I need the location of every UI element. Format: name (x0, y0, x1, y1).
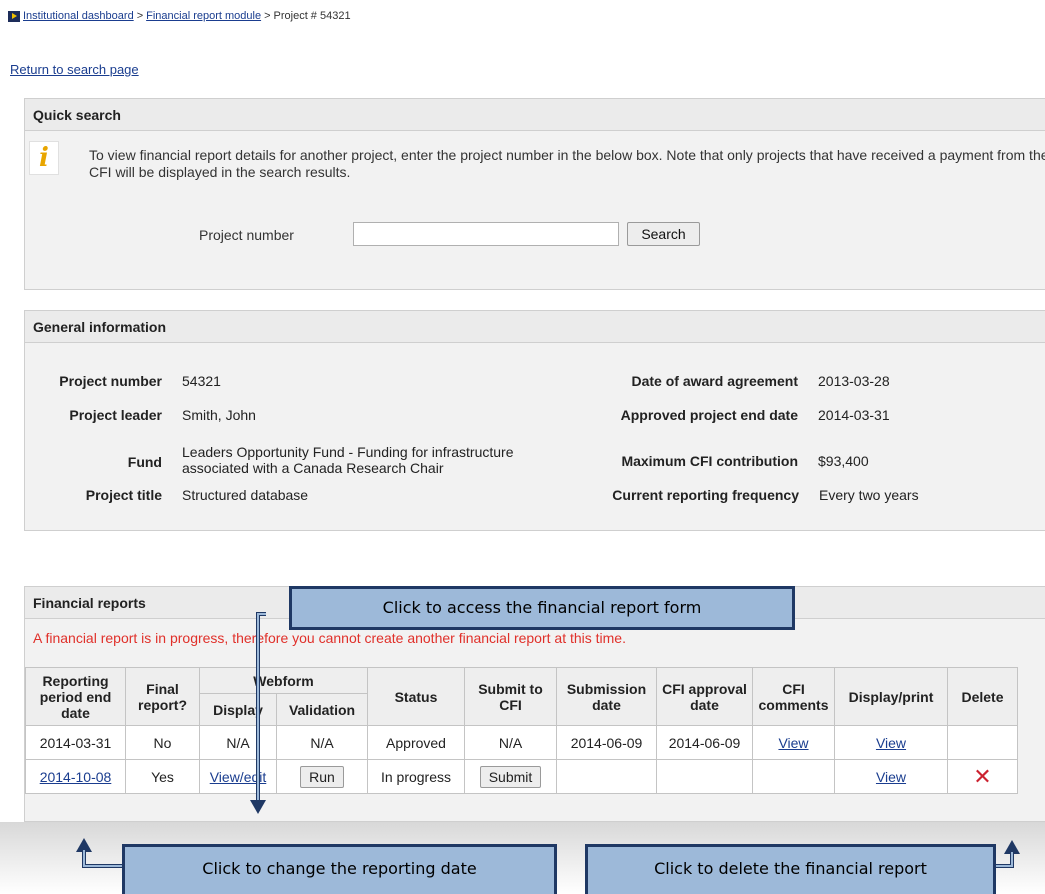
cell-display: N/A (199, 725, 277, 760)
run-button[interactable]: Run (300, 765, 344, 788)
table-row: 2014-10-08 Yes View/edit Run In progress… (25, 759, 1018, 794)
quick-search-panel: Quick search i To view financial report … (24, 98, 1045, 290)
quick-search-title: Quick search (25, 99, 1045, 131)
cell-period: 2014-03-31 (25, 725, 126, 760)
cell-status: In progress (367, 759, 465, 794)
award-date-value: 2013-03-28 (818, 373, 890, 389)
end-date-label: Approved project end date (620, 407, 798, 423)
callout-financial-report-form: Click to access the financial report for… (289, 586, 795, 630)
cell-status: Approved (367, 725, 465, 760)
cell-approval-date: 2014-06-09 (656, 725, 753, 760)
header-webform: Webform (199, 667, 368, 694)
return-to-search-link[interactable]: Return to search page (10, 62, 139, 77)
project-number-input[interactable] (353, 222, 619, 246)
display-print-view-link[interactable]: View (876, 769, 906, 785)
project-title-label: Project title (85, 487, 162, 503)
general-information-title: General information (25, 311, 1045, 343)
cell-validation: N/A (276, 725, 368, 760)
header-validation: Validation (276, 693, 368, 726)
header-approval-date: CFI approval date (656, 667, 753, 726)
breadcrumb-arrow-icon (8, 10, 20, 22)
cell-final: No (125, 725, 200, 760)
end-date-value: 2014-03-31 (818, 407, 890, 423)
project-number-label: Project number (199, 227, 294, 243)
header-display: Display (199, 693, 277, 726)
cell-approval-date (656, 759, 753, 794)
general-information-panel: General information Project number 54321… (24, 310, 1045, 476)
cell-comments: View (752, 725, 835, 760)
financial-report-warning: A financial report is in progress, there… (33, 630, 626, 646)
cell-submit: N/A (464, 725, 557, 760)
breadcrumb: Institutional dashboard > Financial repo… (8, 10, 351, 22)
reporting-date-link[interactable]: 2014-10-08 (40, 769, 112, 785)
display-print-view-link[interactable]: View (876, 735, 906, 751)
delete-icon[interactable]: ✕ (973, 764, 991, 789)
header-reporting-period: Reporting period end date (25, 667, 126, 726)
cell-period: 2014-10-08 (25, 759, 126, 794)
header-submission-date: Submission date (556, 667, 657, 726)
callout-delete-report: Click to delete the financial report (585, 844, 996, 894)
submit-button[interactable]: Submit (479, 765, 542, 788)
cell-submit: Submit (464, 759, 557, 794)
breadcrumb-separator: > (136, 10, 144, 22)
project-number-value: 54321 (182, 373, 221, 389)
project-title-value: Structured database (182, 487, 309, 503)
header-submit-to-cfi: Submit to CFI (464, 667, 557, 726)
breadcrumb-financial-report-module[interactable]: Financial report module (146, 10, 261, 22)
callout-reporting-date: Click to change the reporting date (122, 844, 557, 894)
breadcrumb-separator: > (264, 10, 271, 22)
financial-reports-table: Reporting period end date Final report? … (25, 667, 1018, 794)
search-button[interactable]: Search (627, 222, 700, 246)
view-edit-link[interactable]: View/edit (210, 769, 267, 785)
cell-submission-date: 2014-06-09 (556, 725, 657, 760)
table-row: 2014-03-31 No N/A N/A Approved N/A 2014-… (25, 725, 1018, 760)
project-leader-label: Project leader (69, 407, 162, 423)
header-display-print: Display/print (834, 667, 948, 726)
reporting-frequency-label: Current reporting frequency (612, 487, 799, 503)
cell-submission-date (556, 759, 657, 794)
cell-delete (947, 725, 1018, 760)
quick-search-info-text: To view financial report details for ano… (89, 147, 1045, 180)
general-information-panel-lower: Project title Structured database Curren… (24, 473, 1045, 531)
project-number-label: Project number (59, 373, 162, 389)
cell-comments (752, 759, 835, 794)
breadcrumb-current: Project # 54321 (273, 10, 351, 22)
cell-delete: ✕ (947, 759, 1018, 794)
cell-display-print: View (834, 725, 948, 760)
cell-display: View/edit (199, 759, 277, 794)
header-final-report: Final report? (125, 667, 200, 726)
award-date-label: Date of award agreement (631, 373, 799, 389)
info-icon: i (29, 141, 59, 175)
fund-label: Fund (127, 454, 162, 470)
cell-validation: Run (276, 759, 368, 794)
header-cfi-comments: CFI comments (752, 667, 835, 726)
max-contribution-value: $93,400 (818, 453, 869, 469)
cfi-comments-view-link[interactable]: View (778, 735, 808, 751)
project-leader-value: Smith, John (182, 407, 256, 423)
reporting-frequency-value: Every two years (819, 487, 919, 503)
header-status: Status (367, 667, 465, 726)
cell-display-print: View (834, 759, 948, 794)
cell-final: Yes (125, 759, 200, 794)
header-delete: Delete (947, 667, 1018, 726)
breadcrumb-institutional-dashboard[interactable]: Institutional dashboard (23, 10, 134, 22)
max-contribution-label: Maximum CFI contribution (621, 453, 798, 469)
